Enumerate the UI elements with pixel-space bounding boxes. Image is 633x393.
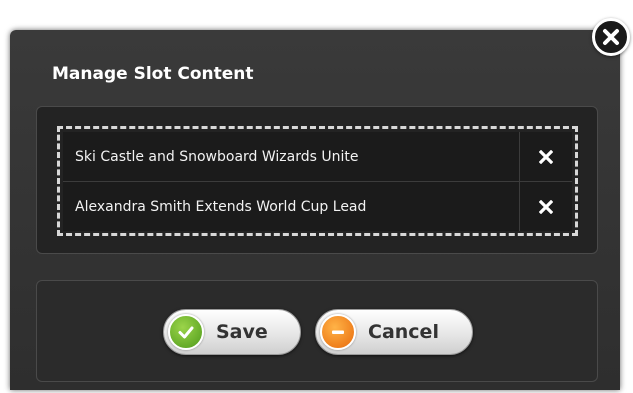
- remove-icon: [539, 199, 553, 214]
- save-button[interactable]: Save: [163, 309, 301, 355]
- cancel-button[interactable]: Cancel: [315, 309, 473, 355]
- close-button[interactable]: [592, 18, 630, 56]
- slot-drop-zone[interactable]: Ski Castle and Snowboard Wizards Unite A…: [57, 126, 578, 236]
- remove-icon: [539, 149, 553, 164]
- remove-slot-button[interactable]: [519, 182, 572, 231]
- close-icon: [603, 29, 619, 45]
- slot-item-label: Ski Castle and Snowboard Wizards Unite: [75, 148, 359, 165]
- save-button-label: Save: [216, 321, 268, 343]
- remove-slot-button[interactable]: [519, 132, 572, 181]
- slot-item[interactable]: Ski Castle and Snowboard Wizards Unite: [63, 132, 572, 181]
- dialog-title: Manage Slot Content: [52, 64, 254, 84]
- slot-item[interactable]: Alexandra Smith Extends World Cup Lead: [63, 181, 572, 231]
- slot-content-panel: Ski Castle and Snowboard Wizards Unite A…: [36, 106, 598, 254]
- checkmark-icon: [168, 314, 204, 350]
- manage-slot-dialog: Manage Slot Content Ski Castle and Snowb…: [10, 30, 620, 390]
- minus-icon: [320, 314, 356, 350]
- slot-item-label: Alexandra Smith Extends World Cup Lead: [75, 198, 367, 215]
- dialog-footer: Save Cancel: [36, 280, 598, 382]
- cancel-button-label: Cancel: [368, 321, 439, 343]
